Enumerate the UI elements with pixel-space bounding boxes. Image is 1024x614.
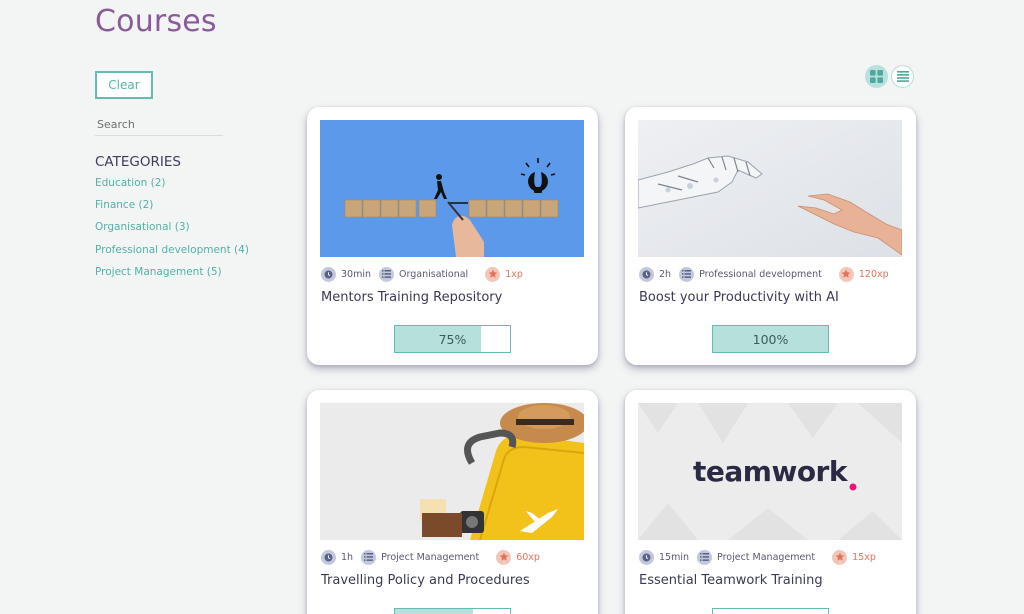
progress-label: [713, 609, 828, 614]
clear-filters-button[interactable]: Clear: [95, 71, 153, 99]
course-category: Project Management: [381, 551, 480, 563]
category-professional-development[interactable]: Professional development (4): [95, 243, 249, 265]
progress-label: 100%: [752, 331, 789, 347]
course-category: Project Management: [717, 551, 816, 563]
course-progress-button[interactable]: 100%: [712, 325, 829, 353]
course-xp: 1xp: [505, 268, 523, 280]
course-xp: 15xp: [852, 551, 876, 563]
course-meta: 1h Project Management 60xp: [321, 549, 548, 565]
category-finance[interactable]: Finance (2): [95, 198, 249, 220]
progress-label: 75%: [438, 331, 467, 347]
course-xp: 120xp: [858, 268, 889, 280]
xp-badge-icon: [838, 266, 854, 282]
category-list-icon: [697, 549, 713, 565]
page-title: Courses: [95, 4, 217, 39]
grid-icon: [870, 70, 883, 83]
clock-icon: [639, 266, 654, 282]
course-card[interactable]: 30min Organisational 1xp Mentors Trainin…: [307, 107, 598, 365]
course-category: Organisational: [399, 268, 469, 280]
list-icon: [896, 71, 909, 82]
course-card[interactable]: 1h Project Management 60xp Travelling Po…: [307, 390, 598, 614]
clock-icon: [639, 549, 654, 565]
course-duration: 15min: [659, 551, 690, 563]
search-input[interactable]: [95, 114, 223, 136]
xp-badge-icon: [496, 549, 512, 565]
course-card[interactable]: teamwork 15min Project Management 15xp E…: [625, 390, 916, 614]
progress-label: [395, 609, 510, 614]
suitcase-image: [320, 403, 584, 540]
course-thumbnail: [320, 403, 584, 540]
category-list-icon: [379, 266, 395, 282]
course-meta: 2h Professional development 120xp: [639, 266, 897, 282]
category-list: Education (2) Finance (2) Organisational…: [95, 176, 249, 287]
categories-heading: CATEGORIES: [95, 154, 181, 170]
course-thumbnail: [638, 120, 902, 257]
course-title[interactable]: Boost your Productivity with AI: [639, 290, 839, 305]
course-meta: 30min Organisational 1xp: [321, 266, 531, 282]
grid-view-button[interactable]: [865, 65, 888, 88]
course-duration: 1h: [341, 551, 354, 563]
blocks-bridge-image: [320, 120, 584, 257]
course-progress-button[interactable]: [712, 608, 829, 614]
category-project-management[interactable]: Project Management (5): [95, 265, 249, 287]
course-progress-button[interactable]: [394, 608, 511, 614]
course-category: Professional development: [699, 268, 822, 280]
course-duration: 2h: [659, 268, 672, 280]
list-view-button[interactable]: [891, 65, 914, 88]
course-title[interactable]: Essential Teamwork Training: [639, 573, 823, 588]
category-education[interactable]: Education (2): [95, 176, 249, 198]
course-duration: 30min: [341, 268, 372, 280]
course-progress-button[interactable]: 75%: [394, 325, 511, 353]
category-list-icon: [679, 266, 695, 282]
clock-icon: [321, 266, 336, 282]
course-title[interactable]: Mentors Training Repository: [321, 290, 502, 305]
course-xp: 60xp: [516, 551, 540, 563]
xp-badge-icon: [832, 549, 848, 565]
course-thumbnail: [320, 120, 584, 257]
course-meta: 15min Project Management 15xp: [639, 549, 884, 565]
teamwork-logo: teamwork: [693, 455, 847, 488]
xp-badge-icon: [485, 266, 501, 282]
category-list-icon: [361, 549, 377, 565]
category-organisational[interactable]: Organisational (3): [95, 220, 249, 242]
clock-icon: [321, 549, 336, 565]
course-thumbnail: teamwork: [638, 403, 902, 540]
robot-human-hands-image: [638, 120, 902, 257]
course-card[interactable]: 2h Professional development 120xp Boost …: [625, 107, 916, 365]
course-title[interactable]: Travelling Policy and Procedures: [321, 573, 530, 588]
